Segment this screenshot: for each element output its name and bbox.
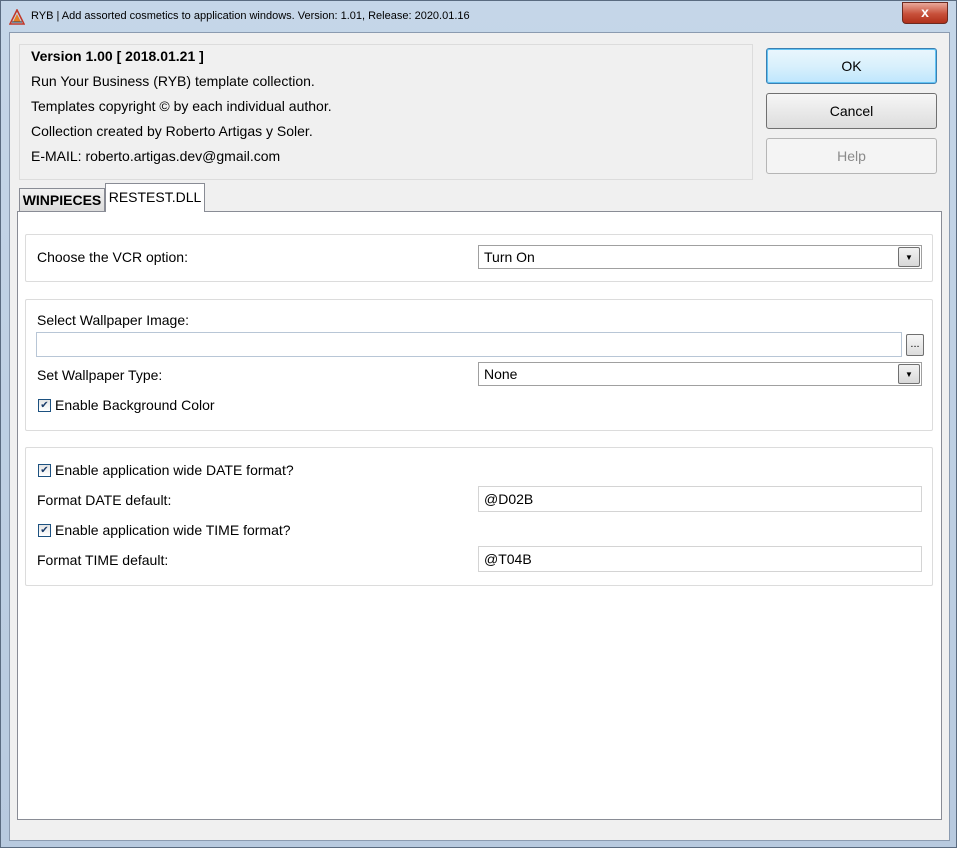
browse-button[interactable]: ...	[906, 334, 924, 356]
vcr-option-label: Choose the VCR option:	[37, 249, 188, 265]
wallpaper-image-label: Select Wallpaper Image:	[37, 312, 189, 328]
close-button[interactable]: x	[902, 2, 948, 24]
tab-restest-dll[interactable]: RESTEST.DLL	[105, 183, 205, 212]
date-format-checkbox[interactable]: ✔	[38, 464, 51, 477]
dialog-window: RYB | Add assorted cosmetics to applicat…	[0, 0, 957, 848]
info-line-email: E-MAIL: roberto.artigas.dev@gmail.com	[31, 148, 281, 164]
ryb-app-icon	[9, 9, 25, 25]
title-bar[interactable]: RYB | Add assorted cosmetics to applicat…	[1, 1, 956, 31]
ok-button[interactable]: OK	[766, 48, 937, 84]
date-default-field[interactable]	[478, 486, 922, 512]
about-info-box: Version 1.00 [ 2018.01.21 ] Run Your Bus…	[19, 44, 753, 180]
time-default-field[interactable]	[478, 546, 922, 572]
info-line-author: Collection created by Roberto Artigas y …	[31, 123, 313, 139]
info-line-collection: Run Your Business (RYB) template collect…	[31, 73, 315, 89]
wallpaper-type-label: Set Wallpaper Type:	[37, 367, 163, 383]
info-line-copyright: Templates copyright © by each individual…	[31, 98, 332, 114]
wallpaper-image-input[interactable]	[37, 333, 901, 356]
time-format-enable-label[interactable]: Enable application wide TIME format?	[55, 522, 291, 538]
dropdown-arrow-icon[interactable]: ▼	[898, 247, 920, 267]
dialog-client-area: Version 1.00 [ 2018.01.21 ] Run Your Bus…	[9, 32, 950, 841]
time-format-checkbox[interactable]: ✔	[38, 524, 51, 537]
date-default-label: Format DATE default:	[37, 492, 172, 508]
dropdown-arrow-icon[interactable]: ▼	[898, 364, 920, 384]
formats-group: ✔ Enable application wide DATE format? F…	[25, 447, 933, 586]
help-button[interactable]: Help	[766, 138, 937, 174]
wallpaper-group: Select Wallpaper Image: ... Set Wallpape…	[25, 299, 933, 431]
tab-winpieces[interactable]: WINPIECES	[19, 188, 105, 211]
background-color-checkbox[interactable]: ✔	[38, 399, 51, 412]
window-title: RYB | Add assorted cosmetics to applicat…	[31, 10, 470, 22]
vcr-option-dropdown[interactable]: Turn On ▼	[478, 245, 922, 269]
wallpaper-type-value: None	[484, 366, 518, 382]
time-default-input[interactable]	[479, 547, 921, 571]
version-heading: Version 1.00 [ 2018.01.21 ]	[31, 48, 204, 64]
wallpaper-image-field[interactable]	[36, 332, 902, 357]
wallpaper-type-dropdown[interactable]: None ▼	[478, 362, 922, 386]
background-color-label[interactable]: Enable Background Color	[55, 397, 215, 413]
vcr-group: Choose the VCR option: Turn On ▼	[25, 234, 933, 282]
vcr-option-value: Turn On	[484, 249, 535, 265]
tab-page-restest: Choose the VCR option: Turn On ▼ Select …	[17, 211, 942, 820]
date-default-input[interactable]	[479, 487, 921, 511]
date-format-enable-label[interactable]: Enable application wide DATE format?	[55, 462, 294, 478]
cancel-button[interactable]: Cancel	[766, 93, 937, 129]
time-default-label: Format TIME default:	[37, 552, 169, 568]
